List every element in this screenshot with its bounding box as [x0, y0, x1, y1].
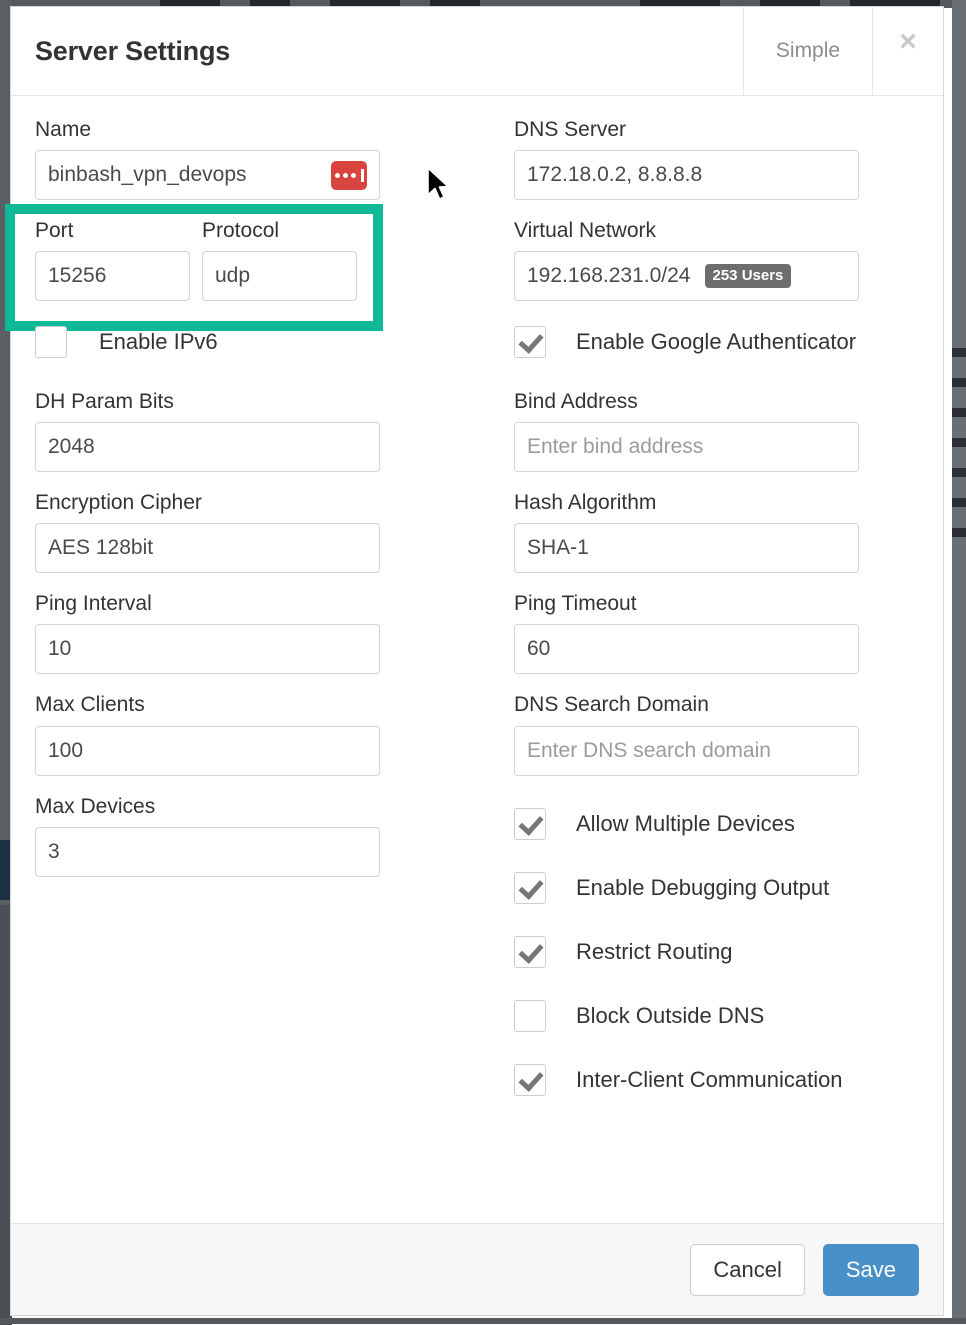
- max-devices-label: Max Devices: [35, 795, 380, 818]
- encryption-cipher-label: Encryption Cipher: [35, 491, 380, 514]
- virtual-network-label: Virtual Network: [514, 219, 859, 242]
- port-protocol-group: Port 15256 Protocol udp: [35, 219, 380, 301]
- restrict-routing-checkbox[interactable]: [514, 936, 546, 968]
- tab-simple-label: Simple: [776, 39, 840, 63]
- field-port: Port 15256: [35, 219, 190, 301]
- dialog-footer: Cancel Save: [11, 1223, 943, 1315]
- background-right-strip: [952, 0, 966, 1324]
- dns-search-domain-placeholder: Enter DNS search domain: [527, 739, 771, 763]
- field-dns-server: DNS Server 172.18.0.2, 8.8.8.8: [514, 118, 859, 200]
- dh-param-bits-value: 2048: [48, 435, 95, 459]
- users-count-badge: 253 Users: [705, 264, 792, 288]
- page-title: Server Settings: [11, 7, 743, 95]
- dns-server-input[interactable]: 172.18.0.2, 8.8.8.8: [514, 150, 859, 200]
- max-clients-value: 100: [48, 739, 83, 763]
- encryption-cipher-input[interactable]: AES 128bit: [35, 523, 380, 573]
- enable-ipv6-label: Enable IPv6: [99, 329, 218, 355]
- block-outside-dns-label: Block Outside DNS: [576, 1003, 764, 1029]
- name-value: binbash_vpn_devops: [48, 163, 247, 187]
- cancel-button[interactable]: Cancel: [690, 1244, 804, 1296]
- protocol-label: Protocol: [202, 219, 357, 242]
- background-bottom-strip: [0, 1318, 966, 1324]
- name-input[interactable]: binbash_vpn_devops: [35, 150, 380, 200]
- checkbox-row-restrict-routing[interactable]: Restrict Routing: [514, 930, 859, 974]
- enable-debugging-output-checkbox[interactable]: [514, 872, 546, 904]
- dialog-body: Name binbash_vpn_devops Port: [11, 96, 943, 1223]
- allow-multiple-devices-label: Allow Multiple Devices: [576, 811, 795, 837]
- left-column: Name binbash_vpn_devops Port: [35, 118, 380, 1122]
- encryption-cipher-value: AES 128bit: [48, 536, 153, 560]
- virtual-network-value: 192.168.231.0/24: [527, 264, 691, 288]
- ping-interval-label: Ping Interval: [35, 592, 380, 615]
- hash-algorithm-value: SHA-1: [527, 536, 589, 560]
- ping-timeout-value: 60: [527, 637, 550, 661]
- ping-timeout-label: Ping Timeout: [514, 592, 859, 615]
- field-ping-interval: Ping Interval 10: [35, 592, 380, 674]
- inter-client-communication-checkbox[interactable]: [514, 1064, 546, 1096]
- bind-address-placeholder: Enter bind address: [527, 435, 703, 459]
- checkbox-row-enable-debugging-output[interactable]: Enable Debugging Output: [514, 866, 859, 910]
- dh-param-bits-input[interactable]: 2048: [35, 422, 380, 472]
- hash-algorithm-input[interactable]: SHA-1: [514, 523, 859, 573]
- max-clients-label: Max Clients: [35, 693, 380, 716]
- console-dots-icon[interactable]: [331, 161, 367, 190]
- checkbox-row-enable-ipv6[interactable]: Enable IPv6: [35, 320, 380, 364]
- dns-server-label: DNS Server: [514, 118, 859, 141]
- save-button[interactable]: Save: [823, 1244, 919, 1296]
- virtual-network-input[interactable]: 192.168.231.0/24 253 Users: [514, 251, 859, 301]
- max-devices-value: 3: [48, 840, 60, 864]
- field-hash-algorithm: Hash Algorithm SHA-1: [514, 491, 859, 573]
- enable-google-authenticator-checkbox[interactable]: [514, 326, 546, 358]
- field-bind-address: Bind Address Enter bind address: [514, 390, 859, 472]
- dns-search-domain-label: DNS Search Domain: [514, 693, 859, 716]
- checkbox-row-enable-google-authenticator[interactable]: Enable Google Authenticator: [514, 320, 859, 364]
- enable-debugging-output-label: Enable Debugging Output: [576, 875, 829, 901]
- max-clients-input[interactable]: 100: [35, 726, 380, 776]
- allow-multiple-devices-checkbox[interactable]: [514, 808, 546, 840]
- ping-interval-input[interactable]: 10: [35, 624, 380, 674]
- inter-client-communication-label: Inter-Client Communication: [576, 1067, 843, 1093]
- right-column: DNS Server 172.18.0.2, 8.8.8.8 Virtual N…: [514, 118, 859, 1122]
- checkbox-row-allow-multiple-devices[interactable]: Allow Multiple Devices: [514, 802, 859, 846]
- enable-google-authenticator-label: Enable Google Authenticator: [576, 329, 856, 355]
- field-name: Name binbash_vpn_devops: [35, 118, 380, 200]
- ping-timeout-input[interactable]: 60: [514, 624, 859, 674]
- restrict-routing-label: Restrict Routing: [576, 939, 733, 965]
- block-outside-dns-checkbox[interactable]: [514, 1000, 546, 1032]
- dh-param-bits-label: DH Param Bits: [35, 390, 380, 413]
- enable-ipv6-checkbox[interactable]: [35, 326, 67, 358]
- tab-simple[interactable]: Simple: [743, 7, 873, 95]
- ping-interval-value: 10: [48, 637, 71, 661]
- checkbox-row-block-outside-dns[interactable]: Block Outside DNS: [514, 994, 859, 1038]
- max-devices-input[interactable]: 3: [35, 827, 380, 877]
- protocol-value: udp: [215, 264, 250, 288]
- field-max-clients: Max Clients 100: [35, 693, 380, 775]
- dialog-header: Server Settings Simple ×: [11, 7, 943, 96]
- dns-server-value: 172.18.0.2, 8.8.8.8: [527, 163, 702, 187]
- port-value: 15256: [48, 264, 106, 288]
- server-settings-dialog: Server Settings Simple × Name binbash_vp…: [10, 6, 944, 1316]
- port-input[interactable]: 15256: [35, 251, 190, 301]
- port-label: Port: [35, 219, 190, 242]
- close-button[interactable]: ×: [873, 7, 943, 95]
- name-label: Name: [35, 118, 380, 141]
- field-virtual-network: Virtual Network 192.168.231.0/24 253 Use…: [514, 219, 859, 301]
- field-dh-param-bits: DH Param Bits 2048: [35, 390, 380, 472]
- field-max-devices: Max Devices 3: [35, 795, 380, 877]
- bind-address-input[interactable]: Enter bind address: [514, 422, 859, 472]
- bind-address-label: Bind Address: [514, 390, 859, 413]
- field-protocol: Protocol udp: [202, 219, 357, 301]
- hash-algorithm-label: Hash Algorithm: [514, 491, 859, 514]
- field-dns-search-domain: DNS Search Domain Enter DNS search domai…: [514, 693, 859, 775]
- close-icon: ×: [899, 27, 917, 57]
- protocol-input[interactable]: udp: [202, 251, 357, 301]
- checkbox-row-inter-client-communication[interactable]: Inter-Client Communication: [514, 1058, 859, 1102]
- field-ping-timeout: Ping Timeout 60: [514, 592, 859, 674]
- field-encryption-cipher: Encryption Cipher AES 128bit: [35, 491, 380, 573]
- dns-search-domain-input[interactable]: Enter DNS search domain: [514, 726, 859, 776]
- right-checkbox-list: Allow Multiple Devices Enable Debugging …: [514, 802, 859, 1102]
